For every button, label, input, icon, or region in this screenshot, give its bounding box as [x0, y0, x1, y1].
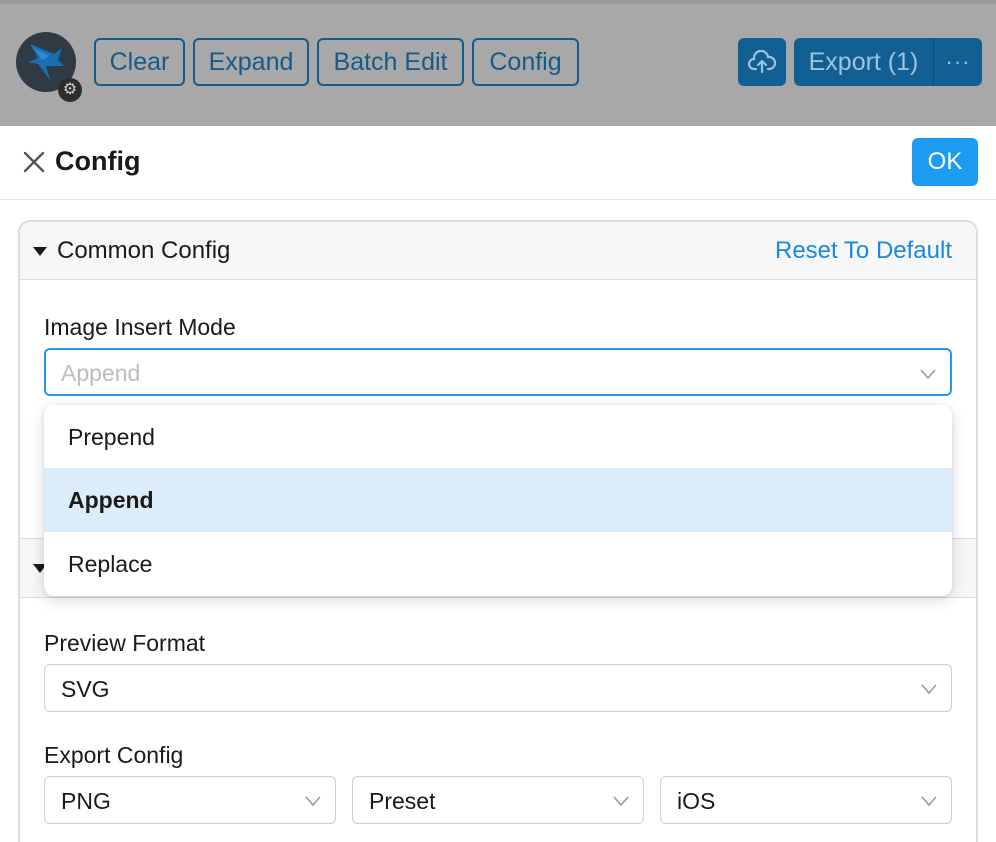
- modal-header: Config OK: [0, 126, 996, 200]
- batch-edit-button[interactable]: Batch Edit: [317, 38, 464, 86]
- cloud-upload-icon: [748, 50, 776, 74]
- export-config-label: Export Config: [44, 742, 184, 768]
- preview-format-value: SVG: [61, 676, 110, 702]
- dropdown-option-append[interactable]: Append: [44, 468, 952, 532]
- common-config-title: Common Config: [57, 237, 231, 264]
- image-insert-mode-label: Image Insert Mode: [44, 314, 236, 340]
- export-platform-select[interactable]: iOS: [660, 776, 952, 824]
- preview-format-select[interactable]: SVG: [44, 664, 952, 712]
- modal-title: Config: [55, 146, 141, 176]
- chevron-down-icon: [613, 796, 629, 807]
- clear-button[interactable]: Clear: [94, 38, 185, 86]
- expand-button[interactable]: Expand: [193, 38, 309, 86]
- export-preset-select[interactable]: Preset: [352, 776, 644, 824]
- more-options-button[interactable]: ···: [934, 38, 982, 86]
- chevron-down-icon: [921, 796, 937, 807]
- image-insert-mode-dropdown: Prepend Append Replace: [44, 405, 952, 596]
- gear-icon: ⚙: [58, 78, 82, 102]
- toolbar: ⚙ Clear Expand Batch Edit Config Export …: [0, 0, 996, 126]
- export-format-value: PNG: [61, 788, 111, 814]
- export-platform-value: iOS: [677, 788, 716, 814]
- export-button-group: Export (1) ···: [794, 38, 982, 86]
- select-placeholder: Append: [61, 360, 141, 386]
- export-format-select[interactable]: PNG: [44, 776, 336, 824]
- export-preset-value: Preset: [369, 788, 436, 814]
- chevron-down-icon: [305, 796, 321, 807]
- caret-down-icon: [33, 247, 47, 256]
- common-config-header[interactable]: Common Config Reset To Default: [20, 222, 976, 280]
- chevron-down-icon: [921, 684, 937, 695]
- chevron-down-icon: [920, 369, 936, 380]
- preview-format-label: Preview Format: [44, 630, 206, 656]
- image-insert-mode-select[interactable]: Append: [44, 348, 952, 396]
- close-icon[interactable]: [22, 150, 46, 174]
- app-logo[interactable]: ⚙: [16, 32, 82, 102]
- upload-button[interactable]: [738, 38, 786, 86]
- export-button[interactable]: Export (1): [794, 38, 934, 86]
- ok-button[interactable]: OK: [912, 138, 978, 186]
- reset-to-default-link[interactable]: Reset To Default: [775, 237, 952, 265]
- config-button[interactable]: Config: [472, 38, 579, 86]
- dropdown-option-replace[interactable]: Replace: [44, 532, 952, 596]
- dropdown-option-prepend[interactable]: Prepend: [44, 405, 952, 469]
- bird-logo-icon: [28, 44, 64, 80]
